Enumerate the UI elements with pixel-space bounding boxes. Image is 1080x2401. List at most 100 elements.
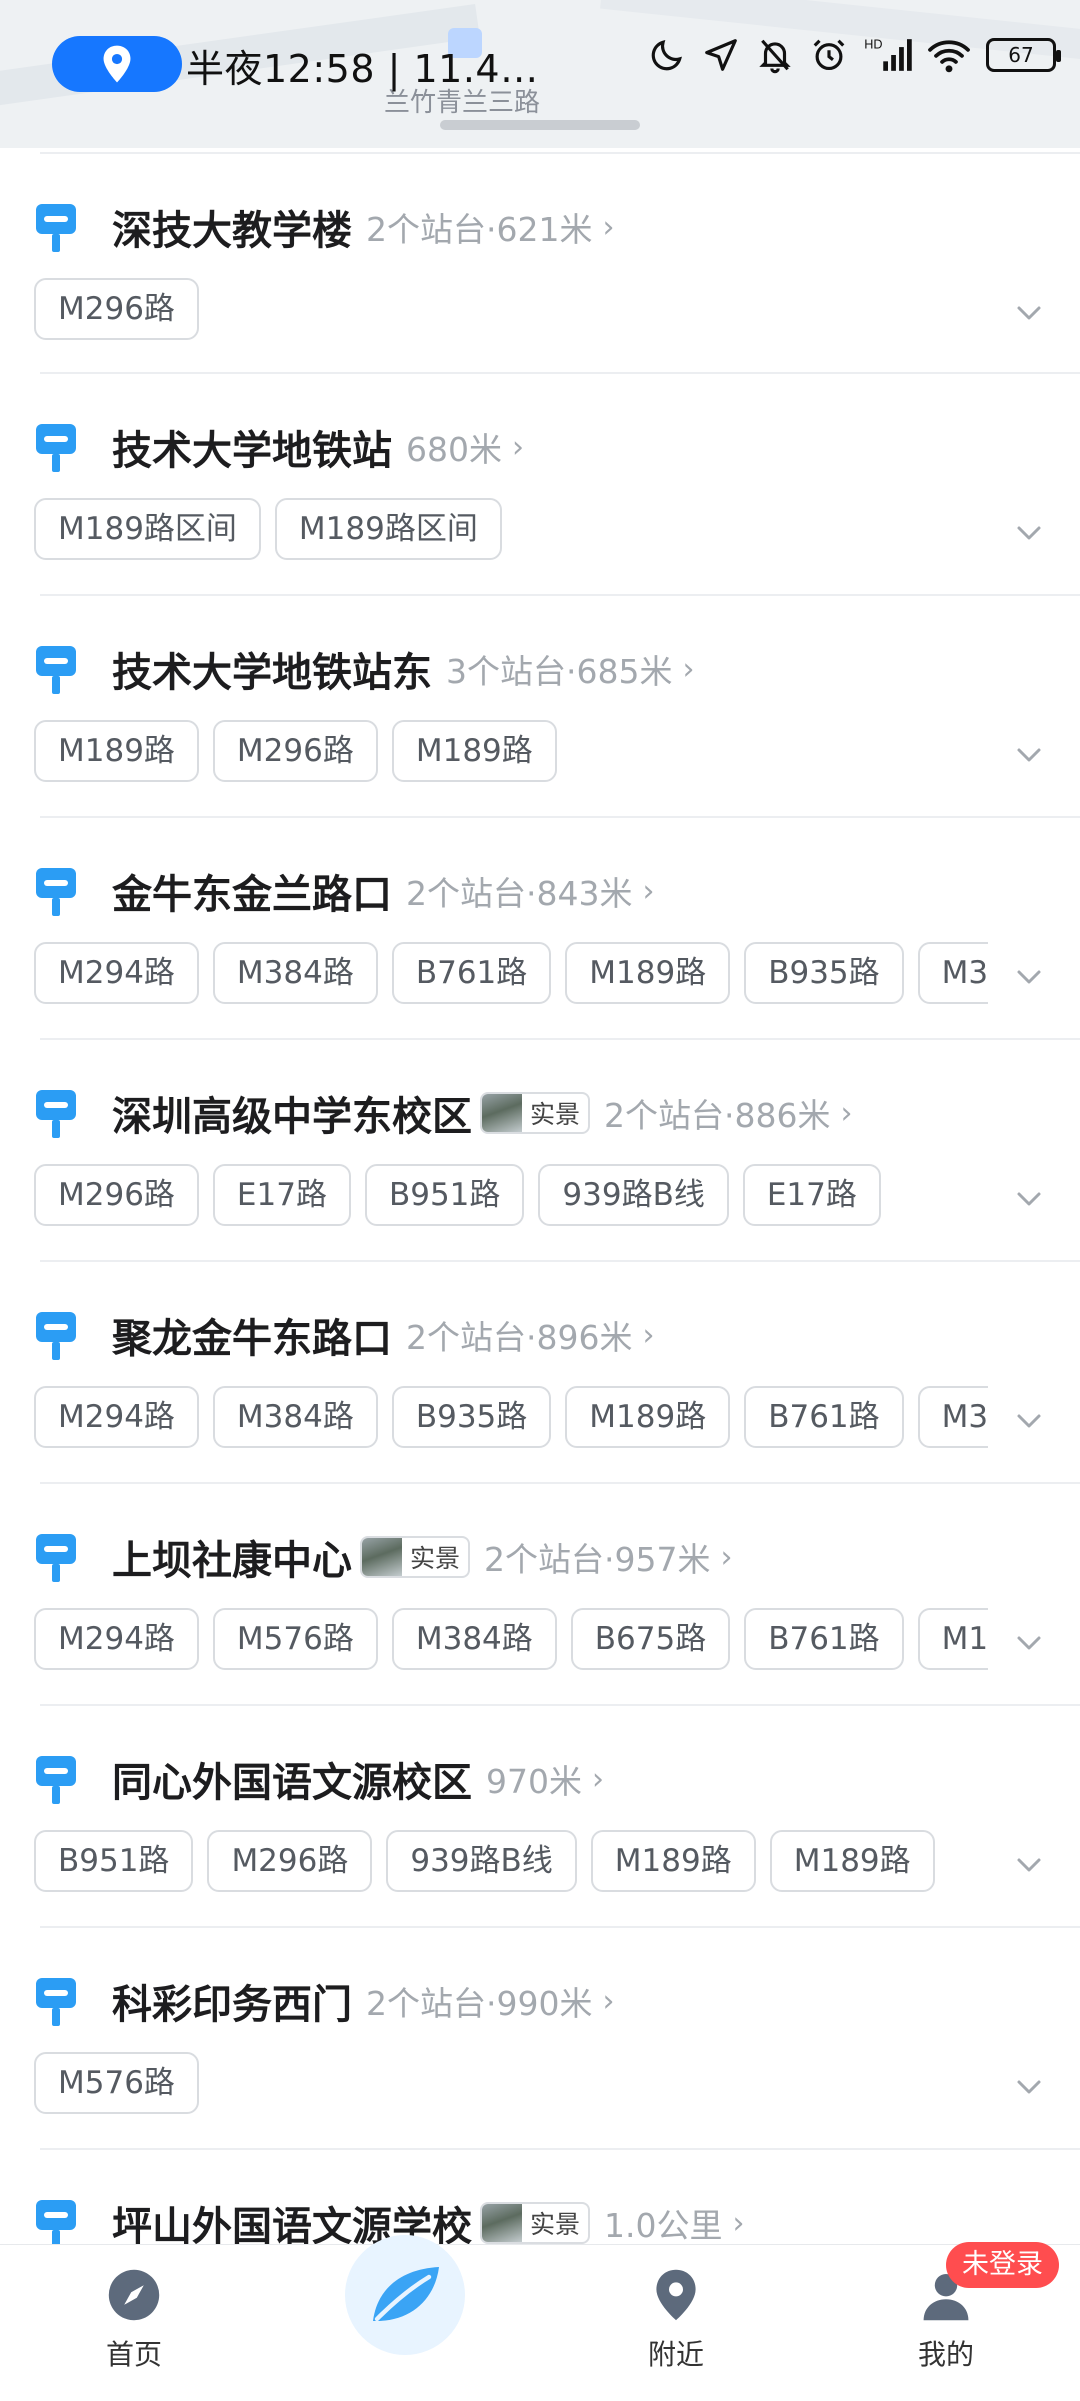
stop-meta: 970米 xyxy=(486,1762,582,1801)
route-chip[interactable]: M294路 xyxy=(34,1608,199,1670)
route-chip[interactable]: M576路 xyxy=(34,2052,199,2114)
stop-list-item[interactable]: 上坝社康中心 实景 2个站台·957米 › M294路 M576路 M384路 B675路 B7… xyxy=(34,1484,1080,1706)
route-chip[interactable]: B951路 xyxy=(364,1164,525,1226)
route-chip[interactable]: B761路 xyxy=(744,1386,904,1448)
drag-handle[interactable] xyxy=(440,120,640,130)
bottom-nav: 首页 附近 我的 xyxy=(0,2235,1080,2401)
stop-name: 上坝社康中心 xyxy=(112,1538,352,1584)
location-pill[interactable] xyxy=(52,36,182,92)
route-chip[interactable]: B935路 xyxy=(744,942,904,1004)
route-chip[interactable]: 939路B线 xyxy=(538,1164,729,1226)
route-chip[interactable]: M189路 xyxy=(917,1608,988,1670)
nav-home[interactable]: 首页 xyxy=(44,2245,224,2401)
chevron-down-icon[interactable] xyxy=(1014,304,1044,322)
route-chip[interactable]: M189路 xyxy=(565,1386,731,1448)
stop-meta: 2个站台·957米 xyxy=(484,1540,711,1579)
route-chip[interactable]: M294路 xyxy=(34,1386,199,1448)
bus-stop-icon xyxy=(36,1312,76,1360)
chevron-down-icon[interactable] xyxy=(1014,1190,1044,1208)
chevron-down-icon[interactable] xyxy=(1014,2078,1044,2096)
route-chip[interactable]: M296路 xyxy=(207,1830,373,1892)
stop-header[interactable]: 聚龙金牛东路口 2个站台·896米 › xyxy=(112,1306,654,1364)
realview-thumbnail xyxy=(482,1094,522,1132)
route-chip[interactable]: M189路区间 xyxy=(274,498,502,560)
route-chip-row: M576路 xyxy=(34,2052,988,2118)
route-chip[interactable]: M384路 xyxy=(212,942,378,1004)
route-chip[interactable]: M189路 xyxy=(565,942,731,1004)
route-chip[interactable]: M384路 xyxy=(917,1386,988,1448)
chevron-right-icon: › xyxy=(642,873,655,909)
realview-badge[interactable]: 实景 xyxy=(480,2202,591,2244)
stop-list-item[interactable]: 同心外国语文源校区 970米 › B951路 M296路 939路B线 M189路 M189路 xyxy=(34,1706,1080,1928)
stop-list-item[interactable]: 金牛东金兰路口 2个站台·843米 › M294路 M384路 B761路 M189路 B93… xyxy=(34,818,1080,1040)
stop-meta: 680米 xyxy=(406,430,502,469)
chevron-down-icon[interactable] xyxy=(1014,968,1044,986)
route-chip[interactable]: M296路 xyxy=(34,1164,199,1226)
stop-meta: 2个站台·886米 xyxy=(604,1096,831,1135)
route-chip[interactable]: M296路 xyxy=(212,720,378,782)
stop-meta: 2个站台·896米 xyxy=(406,1318,633,1357)
stop-header[interactable]: 技术大学地铁站东 3个站台·685米 › xyxy=(112,640,694,698)
stop-name: 技术大学地铁站东 xyxy=(112,650,432,696)
route-chip[interactable]: M189路 xyxy=(391,720,557,782)
stop-header[interactable]: 深技大教学楼 2个站台·621米 › xyxy=(112,198,614,256)
stop-header[interactable]: 深圳高级中学东校区 实景 2个站台·886米 › xyxy=(112,1084,853,1142)
stop-header[interactable]: 科彩印务西门 2个站台·990米 › xyxy=(112,1972,614,2030)
chevron-right-icon: › xyxy=(512,429,524,465)
route-chip[interactable]: M576路 xyxy=(212,1608,378,1670)
route-chip[interactable]: M189路 xyxy=(769,1830,935,1892)
stop-name: 金牛东金兰路口 xyxy=(112,872,392,918)
stop-header[interactable]: 金牛东金兰路口 2个站台·843米 › xyxy=(112,862,654,920)
chevron-down-icon[interactable] xyxy=(1014,746,1044,764)
route-chip[interactable]: M384路 xyxy=(212,1386,378,1448)
chevron-down-icon[interactable] xyxy=(1014,1634,1044,1652)
route-chip[interactable]: M384路 xyxy=(391,1608,557,1670)
route-chip[interactable]: M384路 xyxy=(917,942,988,1004)
route-chip[interactable]: B761路 xyxy=(391,942,552,1004)
center-action-button[interactable] xyxy=(345,2235,465,2355)
chevron-right-icon: › xyxy=(682,651,695,687)
route-chip-row: M189路 M296路 M189路 xyxy=(34,720,988,786)
stop-list-item[interactable]: 技术大学地铁站 680米 › M189路区间 M189路区间 xyxy=(34,374,1080,596)
stop-header[interactable]: 同心外国语文源校区 970米 › xyxy=(112,1750,604,1808)
chevron-down-icon[interactable] xyxy=(1014,1856,1044,1874)
route-chip[interactable]: 939路B线 xyxy=(386,1830,577,1892)
stop-meta: 3个站台·685米 xyxy=(446,652,673,691)
route-chip-row: M294路M384路B935路M189路B761路M384路 xyxy=(34,1386,988,1452)
route-chip[interactable]: E17路 xyxy=(212,1164,351,1226)
bus-stop-icon xyxy=(36,1978,76,2026)
chevron-down-icon[interactable] xyxy=(1014,1412,1044,1430)
route-chip-row: B951路 M296路 939路B线 M189路 M189路 xyxy=(34,1830,988,1896)
route-chip[interactable]: B951路 xyxy=(34,1830,194,1892)
stop-list-item[interactable]: 科彩印务西门 2个站台·990米 › M576路 xyxy=(34,1928,1080,2150)
bus-stop-icon xyxy=(36,424,76,472)
route-chip[interactable]: B675路 xyxy=(570,1608,731,1670)
stop-list-item[interactable]: 技术大学地铁站东 3个站台·685米 › M189路 M296路 M189路 xyxy=(34,596,1080,818)
nav-nearby[interactable]: 附近 xyxy=(586,2245,766,2401)
route-chip[interactable]: B761路 xyxy=(744,1608,904,1670)
location-arrow-icon xyxy=(705,39,737,71)
alarm-icon xyxy=(813,39,845,71)
map-strip[interactable]: 兰竹青兰三路 半夜12:58 | 11.4… HD 67 xyxy=(0,0,1080,148)
nearby-stop-list: 深技大教学楼 2个站台·621米 › M296路 技术大学地铁站 680米 › M189路区间… xyxy=(0,152,1080,2372)
route-chip[interactable]: E17路 xyxy=(742,1164,881,1226)
route-chip[interactable]: M296路 xyxy=(34,278,199,340)
stop-header[interactable]: 上坝社康中心 实景 2个站台·957米 › xyxy=(112,1528,733,1586)
route-chip[interactable]: M189路 xyxy=(590,1830,756,1892)
stop-name: 深圳高级中学东校区 xyxy=(112,1094,472,1140)
route-chip-row: M189路区间 M189路区间 xyxy=(34,498,988,564)
chevron-down-icon[interactable] xyxy=(1014,524,1044,542)
realview-thumbnail xyxy=(482,2204,522,2242)
realview-badge[interactable]: 实景 xyxy=(360,1536,471,1578)
route-chip[interactable]: M294路 xyxy=(34,942,199,1004)
stop-header[interactable]: 技术大学地铁站 680米 › xyxy=(112,418,524,476)
login-status-badge[interactable]: 未登录 xyxy=(946,2242,1059,2288)
route-chip[interactable]: B935路 xyxy=(391,1386,552,1448)
stop-list-item[interactable]: 深技大教学楼 2个站台·621米 › M296路 xyxy=(34,152,1080,374)
chevron-right-icon: › xyxy=(732,2205,745,2241)
realview-badge[interactable]: 实景 xyxy=(480,1092,591,1134)
route-chip[interactable]: M189路 xyxy=(34,720,199,782)
stop-list-item[interactable]: 深圳高级中学东校区 实景 2个站台·886米 › M296路 E17路 B951路 939路B… xyxy=(34,1040,1080,1262)
route-chip[interactable]: M189路区间 xyxy=(34,498,261,560)
stop-list-item[interactable]: 聚龙金牛东路口 2个站台·896米 › M294路 M384路 B935路 M189路 B76… xyxy=(34,1262,1080,1484)
